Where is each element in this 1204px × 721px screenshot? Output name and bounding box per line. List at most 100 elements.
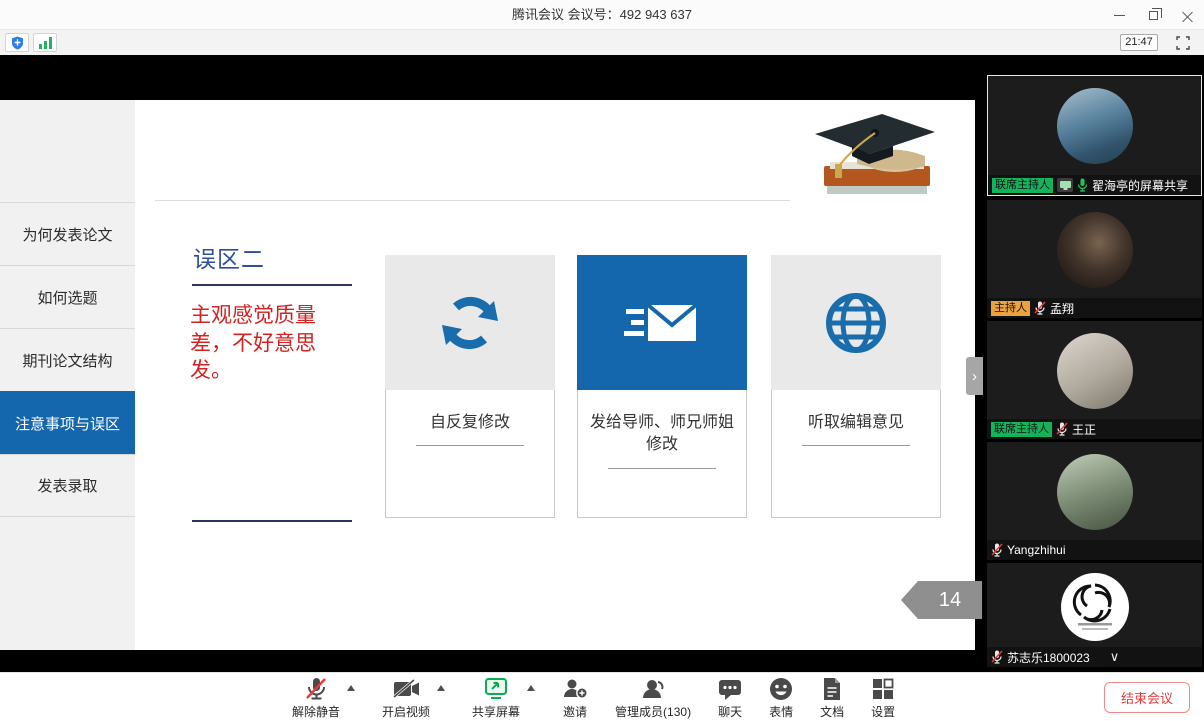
slide-card-editor-feedback: 听取编辑意见 [771, 255, 941, 518]
participant-namebar: Yangzhihui [987, 540, 1202, 560]
minimize-icon[interactable] [1102, 0, 1136, 30]
participant-tile[interactable]: 苏志乐1800023 ∨ [987, 563, 1202, 667]
participant-tile[interactable]: 主持人 孟翔 [987, 200, 1202, 318]
slide-body-text: 主观感觉质量差，不好意思发。 [190, 302, 345, 385]
invite-icon [562, 677, 588, 701]
chat-icon [718, 677, 742, 701]
participant-name: 翟海亭的屏幕共享 [1092, 177, 1188, 194]
titlebar: 腾讯会议 会议号：492 943 637 [0, 0, 1204, 30]
screen-share-icon [483, 677, 509, 701]
document-icon [822, 677, 842, 701]
start-video-button[interactable]: 开启视频 [382, 676, 430, 720]
card-underline [416, 445, 524, 446]
slide-nav-item: 如何选题 [0, 265, 135, 328]
card-text-area: 自反复修改 [385, 390, 555, 518]
avatar [1057, 88, 1133, 164]
fullscreen-icon[interactable] [1174, 34, 1192, 51]
text-block-underline [192, 520, 352, 522]
globe-icon [822, 289, 890, 357]
meeting-duration: 21:47 [1120, 34, 1158, 51]
slide-nav-label: 注意事项与误区 [15, 413, 120, 434]
slide-nav-item: 为何发表论文 [0, 202, 135, 265]
docs-button[interactable]: 文档 [820, 676, 844, 720]
meeting-statusbar: 21:47 [0, 30, 1204, 55]
avatar-college-logo [1061, 573, 1129, 641]
card-underline [608, 468, 716, 469]
slide-nav-item: 发表录取 [0, 454, 135, 517]
participant-name: 孟翔 [1050, 300, 1074, 317]
security-shield-icon[interactable] [5, 33, 29, 52]
participant-namebar: 联席主持人 王正 [987, 419, 1202, 439]
mic-muted-icon [1056, 422, 1068, 436]
card-text-area: 发给导师、师兄师姐修改 [577, 390, 747, 518]
participant-namebar: 苏志乐1800023 ∨ [987, 647, 1202, 667]
end-meeting-button[interactable]: 结束会议 [1104, 682, 1190, 713]
collapse-panel-chevron-icon[interactable]: › [966, 357, 983, 395]
participant-tile-sharer[interactable]: 联席主持人 翟海亭的屏幕共享 [987, 75, 1202, 196]
heading-underline [192, 284, 352, 286]
mic-options-caret-icon[interactable] [347, 685, 355, 691]
close-icon[interactable] [1170, 0, 1204, 30]
card-icon-area [771, 255, 941, 390]
page-number-pennant: 14 [918, 581, 982, 619]
slide-card-send-to-mentor: 发给导师、师兄师姐修改 [577, 255, 747, 518]
toolbar-items: 解除静音 开启视频 共享屏幕 邀请 [292, 676, 895, 720]
card-underline [802, 445, 910, 446]
settings-icon [872, 678, 894, 700]
participant-tile[interactable]: 联席主持人 王正 [987, 321, 1202, 439]
avatar [1057, 333, 1133, 409]
mic-muted-icon [991, 650, 1003, 664]
page-number: 14 [939, 589, 961, 612]
slide-heading: 误区二 [193, 240, 265, 274]
card-title: 发给导师、师兄师姐修改 [578, 412, 746, 457]
shared-screen-stage: 为何发表论文 如何选题 期刊论文结构 注意事项与误区 发表录取 [0, 55, 1204, 672]
slide-nav-item: 期刊论文结构 [0, 328, 135, 391]
slide-nav-label: 如何选题 [37, 287, 97, 308]
recycle-icon [434, 287, 506, 359]
mail-send-icon [622, 293, 702, 353]
meeting-title: 腾讯会议 会议号：492 943 637 [0, 0, 1204, 30]
chat-button[interactable]: 聊天 [718, 676, 742, 720]
card-text-area: 听取编辑意见 [771, 390, 941, 518]
participant-namebar: 主持人 孟翔 [987, 298, 1202, 318]
meeting-toolbar: 解除静音 开启视频 共享屏幕 邀请 [0, 672, 1204, 721]
slide-nav-label: 期刊论文结构 [22, 350, 112, 371]
slide-nav-list: 为何发表论文 如何选题 期刊论文结构 注意事项与误区 发表录取 [0, 202, 135, 517]
emoji-icon [769, 677, 793, 701]
slide-nav-panel: 为何发表论文 如何选题 期刊论文结构 注意事项与误区 发表录取 [0, 100, 135, 650]
card-icon-area [385, 255, 555, 390]
share-screen-button[interactable]: 共享屏幕 [472, 676, 520, 720]
mic-muted-icon [1034, 301, 1046, 315]
manage-members-button[interactable]: 管理成员(130) [615, 676, 691, 720]
presentation-slide: 误区二 主观感觉质量差，不好意思发。 自反复修改 [135, 100, 975, 650]
card-title: 听取编辑意见 [772, 412, 940, 434]
participant-name: Yangzhihui [1007, 543, 1066, 557]
mic-muted-icon [305, 677, 327, 701]
avatar [1057, 454, 1133, 530]
slide-card-self-revise: 自反复修改 [385, 255, 555, 518]
cohost-badge: 联席主持人 [991, 422, 1052, 437]
host-badge: 主持人 [991, 301, 1030, 316]
network-signal-icon[interactable] [33, 33, 57, 52]
chevron-right-glyph: › [972, 368, 977, 385]
mic-on-icon [1077, 178, 1088, 192]
emoji-button[interactable]: 表情 [769, 676, 793, 720]
invite-button[interactable]: 邀请 [562, 676, 588, 720]
card-title: 自反复修改 [386, 412, 554, 434]
restore-icon[interactable] [1136, 0, 1170, 30]
settings-button[interactable]: 设置 [871, 676, 895, 720]
share-options-caret-icon[interactable] [527, 685, 535, 691]
screen-share-mini-icon [1057, 178, 1073, 192]
tencent-meeting-window: 腾讯会议 会议号：492 943 637 21:47 为何发表论文 如何选题 期… [0, 0, 1204, 721]
participant-tile[interactable]: Yangzhihui [987, 442, 1202, 560]
chevron-down-icon[interactable]: ∨ [1110, 649, 1120, 665]
slide-nav-label: 发表录取 [37, 475, 97, 496]
slide-top-divider [155, 200, 790, 201]
video-options-caret-icon[interactable] [437, 685, 445, 691]
slide-nav-item-active: 注意事项与误区 [0, 391, 135, 454]
unmute-button[interactable]: 解除静音 [292, 676, 340, 720]
participant-name: 苏志乐1800023 [1007, 649, 1090, 666]
participants-video-panel: 联席主持人 翟海亭的屏幕共享 主持人 孟翔 [985, 73, 1204, 667]
slide-nav-label: 为何发表论文 [22, 224, 112, 245]
participant-namebar: 联席主持人 翟海亭的屏幕共享 [988, 175, 1201, 195]
